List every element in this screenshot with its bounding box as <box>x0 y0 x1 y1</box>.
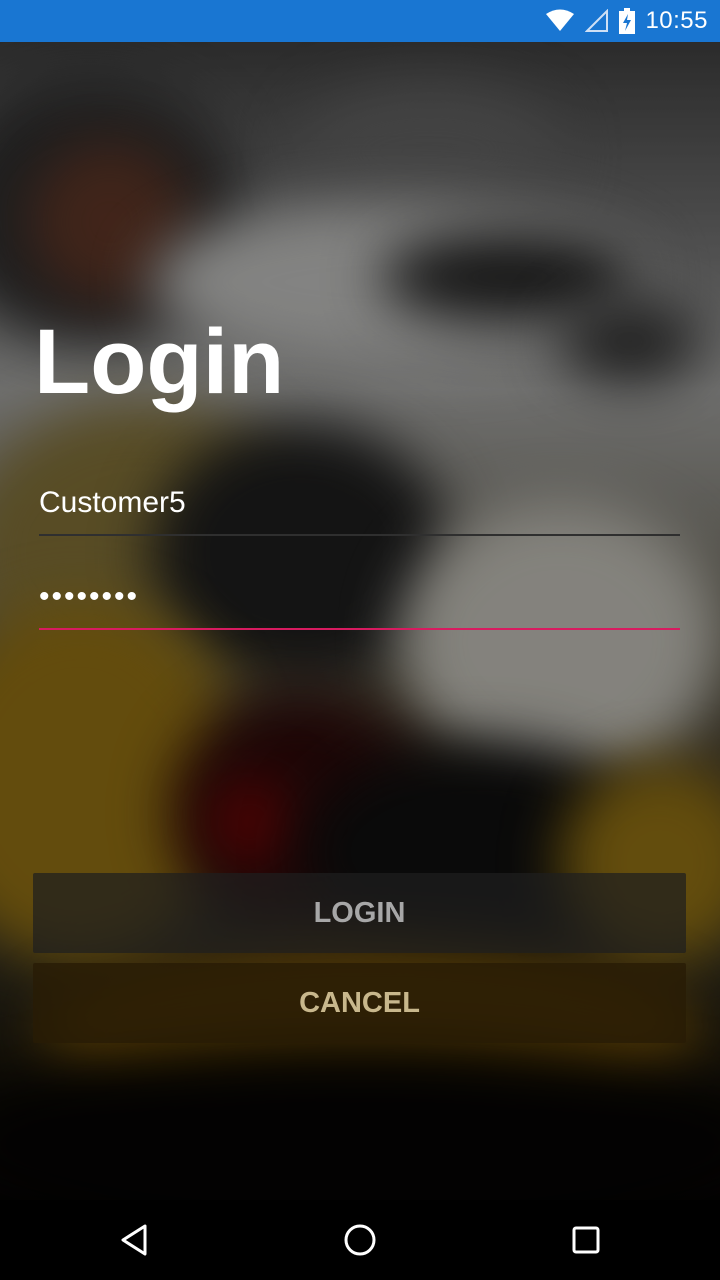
username-underline <box>39 534 680 536</box>
username-value[interactable]: Customer5 <box>39 486 680 534</box>
password-field[interactable]: •••••••• <box>39 580 680 630</box>
navigation-bar <box>0 1200 720 1280</box>
back-icon[interactable] <box>114 1220 154 1260</box>
cancel-button[interactable]: CANCEL <box>33 963 686 1043</box>
recents-icon[interactable] <box>566 1220 606 1260</box>
login-screen: 10:55 Login Customer5 •••••••• LOGIN CAN… <box>0 0 720 1280</box>
username-field[interactable]: Customer5 <box>39 486 680 536</box>
login-button[interactable]: LOGIN <box>33 873 686 953</box>
status-bar: 10:55 <box>0 0 720 42</box>
wifi-icon <box>545 9 575 33</box>
battery-charging-icon <box>619 8 636 34</box>
cellular-signal-icon <box>585 9 609 33</box>
password-value[interactable]: •••••••• <box>39 580 680 628</box>
password-underline-focused <box>39 628 680 630</box>
home-icon[interactable] <box>340 1220 380 1260</box>
status-time: 10:55 <box>645 7 708 34</box>
page-title: Login <box>34 311 285 413</box>
